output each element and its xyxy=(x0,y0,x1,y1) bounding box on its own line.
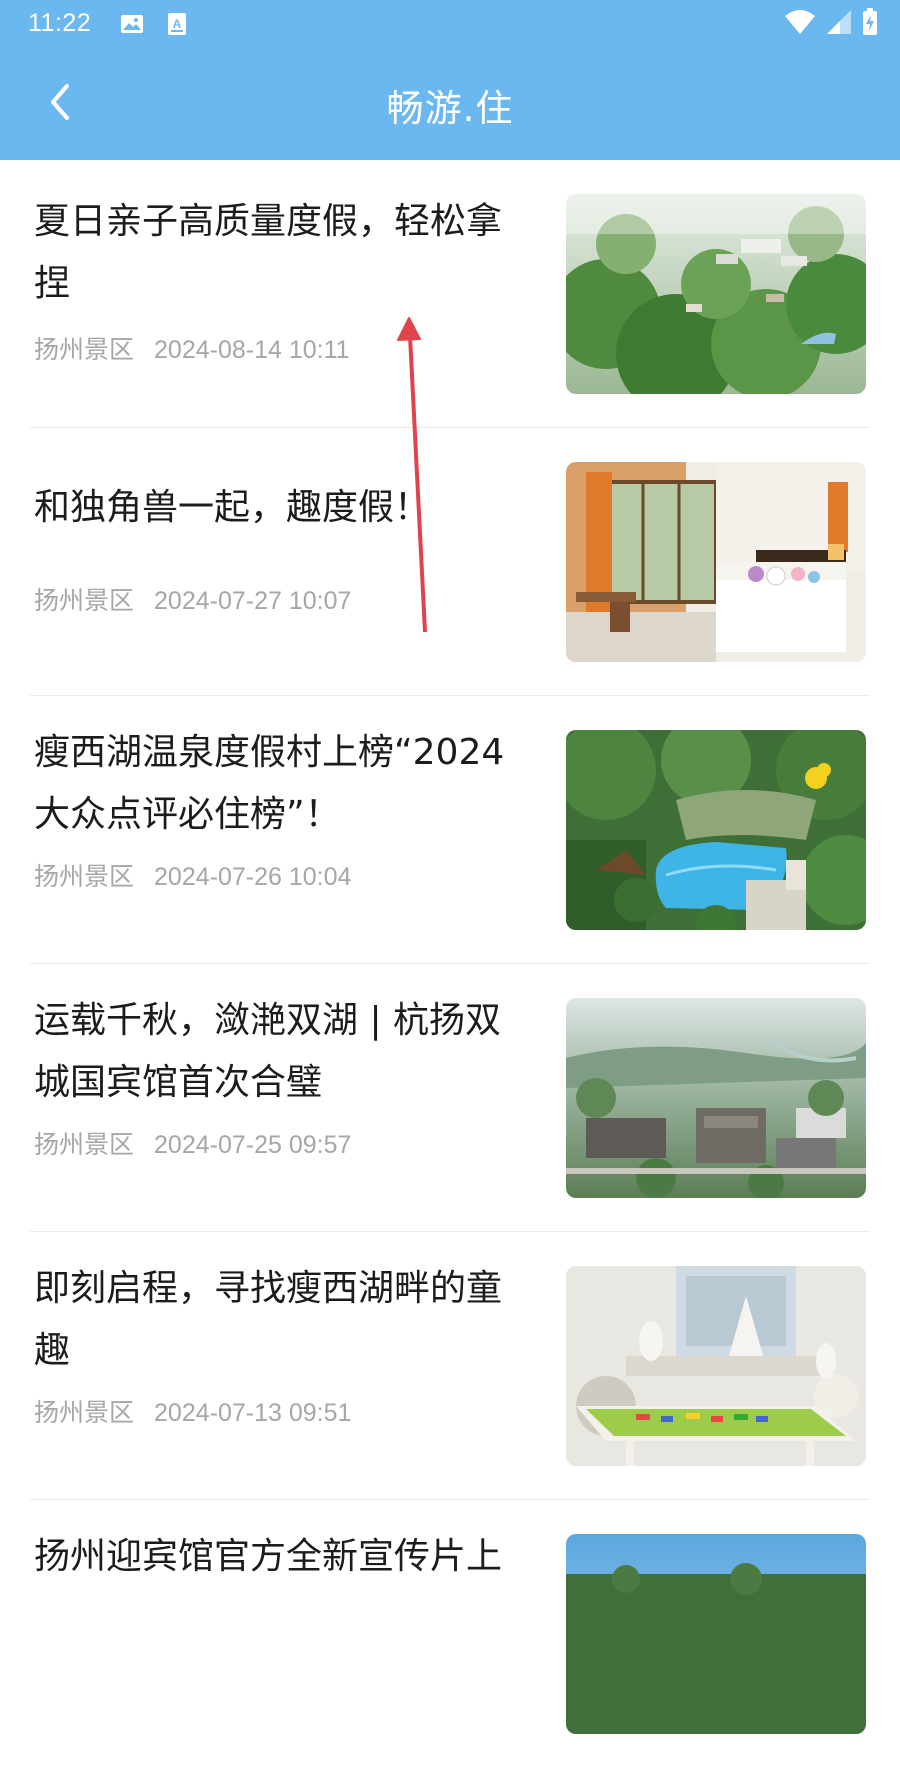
article-title: 扬州迎宾馆官方全新宣传片上 xyxy=(34,1536,503,1577)
article-source: 扬州景区 xyxy=(34,336,135,364)
article-source: 扬州景区 xyxy=(34,587,135,615)
cell-signal-icon xyxy=(826,9,852,39)
app-bar: 畅游.住 xyxy=(0,48,900,160)
article-item[interactable]: 即刻启程，寻找瘦西湖畔的童趣 扬州景区 2024-07-13 09:51 xyxy=(0,1232,900,1500)
article-date: 2024-07-25 09:57 xyxy=(154,1131,352,1159)
status-bar: 11:22 A xyxy=(0,0,900,48)
article-item[interactable]: 运载千秋，潋滟双湖 | 杭扬双城国宾馆首次合璧 扬州景区 2024-07-25 0… xyxy=(0,964,900,1232)
text-notification-icon: A xyxy=(166,12,190,36)
article-title: 和独角兽一起，趣度假！ xyxy=(34,487,431,528)
article-title: 即刻启程，寻找瘦西湖畔的童趣 xyxy=(34,1268,503,1371)
article-thumbnail[interactable] xyxy=(566,462,866,662)
article-date: 2024-07-26 10:04 xyxy=(154,863,352,891)
article-meta: 扬州景区 2024-07-27 10:07 xyxy=(34,581,351,617)
wifi-icon xyxy=(784,9,816,39)
article-meta: 扬州景区 2024-07-13 09:51 xyxy=(34,1393,351,1429)
article-thumbnail[interactable] xyxy=(566,194,866,394)
article-date: 2024-07-13 09:51 xyxy=(154,1399,352,1427)
article-meta: 扬州景区 2024-07-26 10:04 xyxy=(34,857,351,893)
article-title: 运载千秋，潋滟双湖 | 杭扬双城国宾馆首次合璧 xyxy=(34,1000,502,1103)
article-title: 瘦西湖温泉度假村上榜“2024大众点评必住榜”！ xyxy=(34,732,505,835)
article-date: 2024-08-14 10:11 xyxy=(154,336,350,364)
article-item[interactable]: 瘦西湖温泉度假村上榜“2024大众点评必住榜”！ 扬州景区 2024-07-26 … xyxy=(0,696,900,964)
status-icons-right xyxy=(784,8,878,40)
article-item[interactable]: 扬州迎宾馆官方全新宣传片上 xyxy=(0,1500,900,1768)
page-title: 畅游.住 xyxy=(386,87,514,130)
article-source: 扬州景区 xyxy=(34,1131,135,1159)
article-list: 夏日亲子高质量度假，轻松拿捏 扬州景区 2024-08-14 10:11 和独角兽… xyxy=(0,160,900,1768)
article-thumbnail[interactable] xyxy=(566,730,866,930)
svg-text:A: A xyxy=(173,17,182,31)
article-source: 扬州景区 xyxy=(34,1399,135,1427)
article-item[interactable]: 夏日亲子高质量度假，轻松拿捏 扬州景区 2024-08-14 10:11 xyxy=(0,160,900,428)
article-date: 2024-07-27 10:07 xyxy=(154,587,352,615)
article-thumbnail[interactable] xyxy=(566,1534,866,1734)
article-thumbnail[interactable] xyxy=(566,1266,866,1466)
battery-charging-icon xyxy=(862,8,878,40)
image-notification-icon xyxy=(120,12,144,36)
article-source: 扬州景区 xyxy=(34,863,135,891)
article-meta: 扬州景区 2024-07-25 09:57 xyxy=(34,1125,351,1161)
article-title: 夏日亲子高质量度假，轻松拿捏 xyxy=(34,201,503,304)
article-meta: 扬州景区 2024-08-14 10:11 xyxy=(34,330,350,366)
article-item[interactable]: 和独角兽一起，趣度假！ 扬州景区 2024-07-27 10:07 xyxy=(0,428,900,696)
status-time: 11:22 xyxy=(28,9,92,37)
article-thumbnail[interactable] xyxy=(566,998,866,1198)
